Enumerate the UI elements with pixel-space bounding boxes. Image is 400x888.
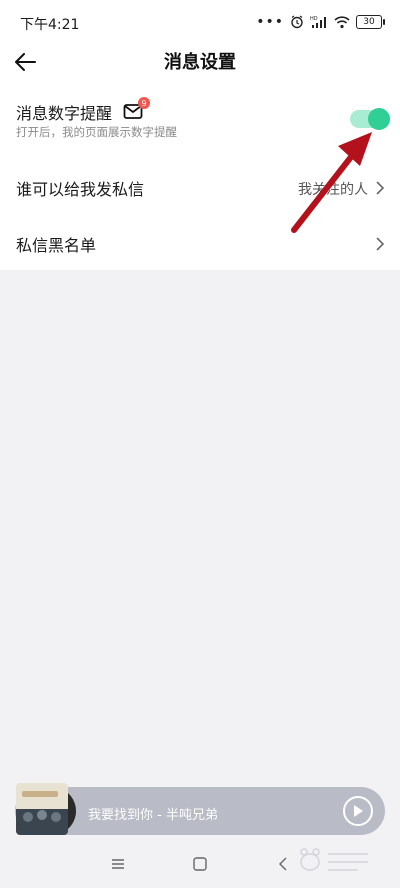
track-title: 我要找到你 - 半吨兄弟 [88,808,218,823]
chevron-right-icon [376,181,385,195]
message-badge-title: 消息数字提醒 [16,104,113,123]
message-badge-subtitle: 打开后，我的页面展示数字提醒 [16,125,177,139]
blacklist-setting[interactable]: 私信黑名单 [0,218,400,268]
alarm-icon [290,15,304,29]
battery-icon: 30 [356,15,385,29]
blacklist-title: 私信黑名单 [16,236,97,255]
settings-list: 消息数字提醒 9 打开后，我的页面展示数字提醒 谁可以给我发私信 我关注的人 私… [0,82,400,270]
toggle-knob [368,108,390,130]
wifi-icon [334,15,350,29]
nav-bar [0,842,400,888]
page-title: 消息设置 [164,52,236,73]
play-button[interactable] [343,796,373,826]
album-art[interactable] [16,783,68,835]
back-nav-icon[interactable] [276,856,292,872]
header: 消息设置 [0,44,400,82]
status-icons: ••• HD 30 [256,12,385,32]
status-time: 下午4:21 [20,17,80,33]
message-badge-setting: 消息数字提醒 9 打开后，我的页面展示数字提醒 [0,82,400,154]
home-icon[interactable] [192,856,208,872]
private-message-title: 谁可以给我发私信 [16,180,145,199]
chevron-right-icon [376,237,385,251]
badge-count: 9 [138,97,150,109]
status-bar: 下午4:21 ••• HD 30 [0,0,400,44]
svg-text:HD: HD [310,16,318,22]
hd-signal-icon: HD [310,15,328,29]
menu-icon[interactable] [110,856,126,872]
play-icon [354,805,363,817]
message-badge-toggle[interactable] [350,108,390,130]
private-message-setting[interactable]: 谁可以给我发私信 我关注的人 [0,162,400,212]
private-message-value: 我关注的人 [298,182,368,198]
more-dots-icon: ••• [256,14,284,30]
